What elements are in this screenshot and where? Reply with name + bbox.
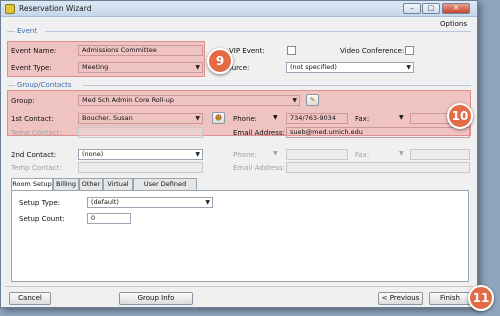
email2-label: Email Address: — [233, 164, 285, 172]
group-value: Med Sch Admin Core Roll-up — [82, 96, 174, 104]
setup-count-label: Setup Count: — [19, 215, 65, 223]
event-name-input[interactable]: Admissions Committee — [78, 45, 203, 56]
chevron-down-icon: ▼ — [195, 64, 200, 71]
chevron-down-icon: ▼ — [195, 151, 200, 158]
event-section-line — [45, 31, 471, 32]
room-setup-panel: Setup Type: (default) ▼ Setup Count: 0 — [11, 190, 469, 282]
vip-event-checkbox[interactable] — [287, 46, 296, 55]
group-section-line — [83, 85, 471, 86]
fax-label: Fax: — [355, 115, 370, 123]
footer-divider — [5, 286, 473, 287]
fax-type-chevron-icon[interactable]: ▼ — [399, 114, 404, 121]
previous-button[interactable]: < Previous — [378, 292, 423, 305]
group-info-button[interactable]: Group Info — [119, 292, 193, 305]
tab-other[interactable]: Other — [79, 178, 103, 190]
temp-contact2-label: Temp Contact: — [11, 164, 62, 172]
group-section-line-left — [7, 85, 15, 86]
phone-label: Phone: — [233, 115, 258, 123]
setup-type-value: (default) — [91, 198, 119, 206]
event-type-select[interactable]: Meeting ▼ — [78, 62, 203, 73]
event-name-label: Event Name: — [11, 47, 57, 55]
phone2-type-chevron-icon: ▼ — [273, 150, 278, 157]
temp-contact-label: Temp Contact: — [11, 129, 62, 137]
first-contact-label: 1st Contact: — [11, 115, 54, 123]
video-conference-checkbox[interactable] — [405, 46, 414, 55]
options-menu[interactable]: Options — [440, 20, 467, 28]
finish-button[interactable]: Finish — [429, 292, 471, 305]
group-label: Group: — [11, 97, 35, 105]
tab-virtual[interactable]: Virtual — [103, 178, 133, 190]
phone-input[interactable]: 734/763-9034 — [286, 113, 348, 124]
chevron-down-icon: ▼ — [195, 115, 200, 122]
event-type-label: Event Type: — [11, 64, 52, 72]
phone2-input — [286, 149, 348, 160]
setup-count-input[interactable]: 0 — [87, 213, 131, 224]
tab-user-defined-fields[interactable]: User Defined Fields — [133, 178, 197, 198]
event-section-label: Event — [17, 27, 38, 35]
source-value: (not specified) — [290, 63, 337, 71]
fax2-label: Fax: — [355, 151, 370, 159]
event-type-value: Meeting — [82, 63, 109, 71]
first-contact-select[interactable]: Boucher, Susan ▼ — [78, 113, 203, 124]
fax2-input — [410, 149, 470, 160]
source-select[interactable]: (not specified) ▼ — [286, 62, 414, 73]
second-contact-value: (none) — [82, 150, 104, 158]
email2-input — [286, 162, 470, 173]
reservation-wizard-window: Reservation Wizard – □ ✕ Options Event E… — [0, 0, 478, 308]
close-icon[interactable]: ✕ — [442, 3, 470, 14]
first-contact-value: Boucher, Susan — [82, 114, 133, 122]
group-lookup-icon[interactable]: ✎ — [306, 94, 319, 106]
contact-card-icon[interactable]: ☻ — [212, 112, 225, 124]
wizard-app-icon — [5, 4, 15, 14]
setup-type-label: Setup Type: — [19, 199, 61, 207]
tab-billing[interactable]: Billing — [53, 178, 79, 190]
callout-badge-11: 11 — [468, 285, 494, 311]
maximize-icon[interactable]: □ — [422, 3, 440, 14]
second-contact-label: 2nd Contact: — [11, 151, 57, 159]
temp-contact2-input — [78, 162, 203, 173]
group-section-label: Group/Contacts — [17, 81, 72, 89]
callout-badge-9: 9 — [207, 48, 233, 74]
callout-badge-10: 10 — [447, 103, 473, 129]
email-label: Email Address: — [233, 129, 285, 137]
title-bar: Reservation Wizard – □ ✕ — [1, 1, 477, 17]
fax2-type-chevron-icon: ▼ — [399, 150, 404, 157]
event-section-line-left — [7, 31, 15, 32]
setup-type-select[interactable]: (default) ▼ — [87, 197, 213, 208]
chevron-down-icon: ▼ — [292, 97, 297, 104]
phone2-label: Phone: — [233, 151, 258, 159]
window-title: Reservation Wizard — [19, 4, 92, 13]
vip-event-label: VIP Event: — [229, 47, 265, 55]
chevron-down-icon: ▼ — [406, 64, 411, 71]
email-input[interactable]: sueb@med.umich.edu — [286, 127, 470, 138]
temp-contact-input — [78, 127, 203, 138]
group-select[interactable]: Med Sch Admin Core Roll-up ▼ — [78, 95, 300, 106]
phone-type-chevron-icon[interactable]: ▼ — [273, 114, 278, 121]
cancel-button[interactable]: Cancel — [9, 292, 51, 305]
chevron-down-icon: ▼ — [205, 199, 210, 206]
video-conference-label: Video Conference: — [340, 47, 405, 55]
second-contact-select[interactable]: (none) ▼ — [78, 149, 203, 160]
minimize-icon[interactable]: – — [403, 3, 421, 14]
